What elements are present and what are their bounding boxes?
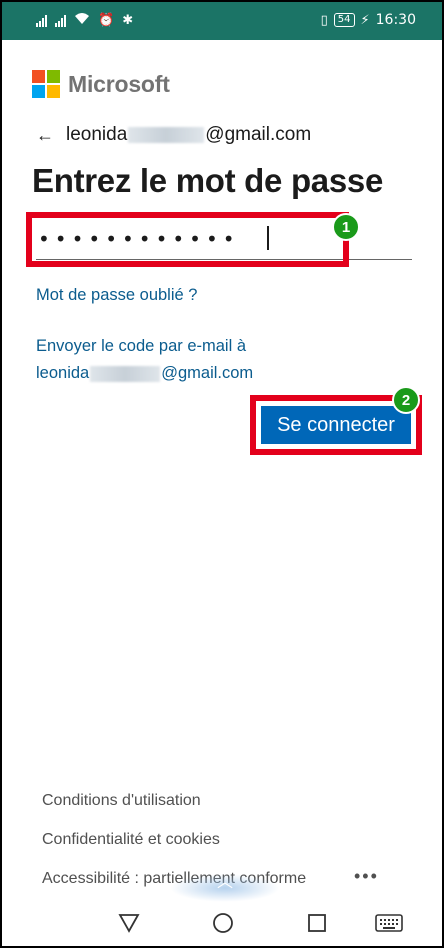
step-badge-2: 2	[392, 386, 420, 414]
highlight-box-password	[26, 212, 349, 267]
email-suffix: @gmail.com	[205, 124, 312, 145]
battery-indicator: 54	[333, 13, 355, 27]
chevron-up-icon[interactable]: ︿	[170, 874, 280, 902]
more-options-icon[interactable]: •••	[354, 866, 379, 887]
android-nav-bar	[2, 902, 442, 946]
wifi-icon	[74, 12, 90, 29]
vibrate-icon: ▯	[320, 12, 328, 28]
email-redaction	[128, 127, 205, 143]
send-code-line1: Envoyer le code par e-mail à	[36, 337, 247, 355]
send-code-prefix: leonida	[36, 364, 90, 382]
page-title: Entrez le mot de passe	[32, 162, 384, 199]
alarm-icon: ⏰	[98, 13, 115, 28]
bluetooth-icon: ✱	[122, 13, 134, 28]
send-code-link[interactable]: Envoyer le code par e-mail à leonida @gma…	[36, 333, 253, 387]
brand-name: Microsoft	[68, 70, 170, 97]
back-arrow-icon[interactable]: ←	[36, 125, 54, 146]
status-bar: ⏰ ✱ ▯ 54 ⚡ 16:30	[2, 2, 442, 40]
email-prefix: leonida	[66, 124, 128, 145]
nav-recent-icon[interactable]	[304, 910, 330, 936]
nav-back-icon[interactable]	[116, 910, 142, 936]
phone-screen: ⏰ ✱ ▯ 54 ⚡ 16:30 Microsoft ← leonida @gm…	[2, 2, 442, 946]
privacy-link[interactable]: Confidentialité et cookies	[42, 831, 220, 849]
nav-home-icon[interactable]	[210, 910, 236, 936]
email-redaction-2	[90, 365, 161, 382]
keyboard-icon[interactable]	[374, 910, 404, 936]
send-code-suffix: @gmail.com	[161, 364, 254, 382]
step-badge-1: 1	[332, 213, 360, 241]
signal-icon-2	[55, 14, 66, 27]
terms-link[interactable]: Conditions d'utilisation	[42, 792, 201, 810]
charging-icon: ⚡	[360, 12, 370, 28]
forgot-password-link[interactable]: Mot de passe oublié ?	[36, 286, 197, 305]
identity-row[interactable]: ← leonida @gmail.com	[36, 124, 311, 146]
signal-icon	[36, 14, 47, 27]
microsoft-squares-icon	[32, 70, 60, 98]
status-time: 16:30	[375, 12, 416, 28]
microsoft-logo: Microsoft	[32, 70, 170, 98]
